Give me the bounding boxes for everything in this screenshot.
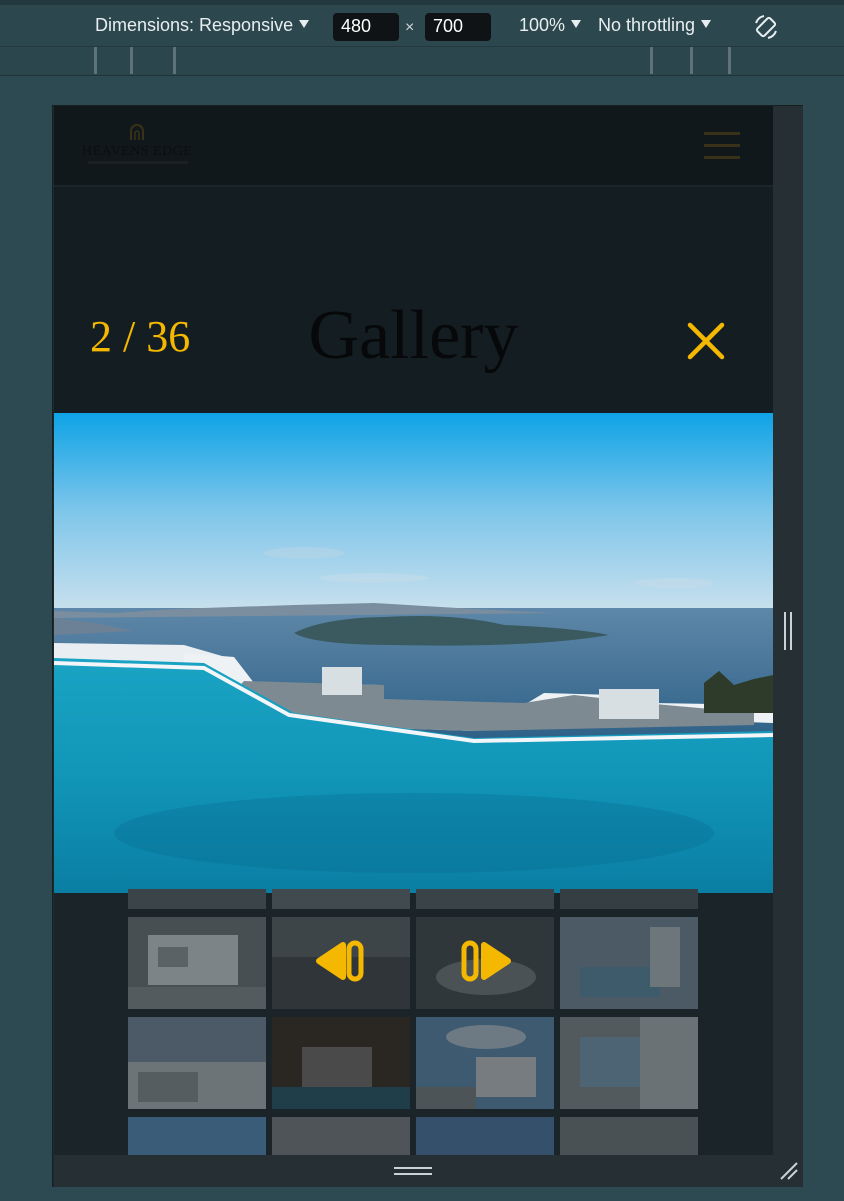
gallery-thumbnail[interactable] — [272, 1017, 410, 1109]
ruler-tick[interactable] — [650, 47, 653, 74]
gallery-thumbnail[interactable] — [416, 1017, 554, 1109]
gallery-thumbnail[interactable] — [560, 1017, 698, 1109]
devtools-toolbar: Dimensions: Responsive 480 × 700 100% No… — [0, 0, 844, 46]
ruler-tick[interactable] — [94, 47, 97, 74]
gallery-thumbnail[interactable] — [128, 917, 266, 1009]
zoom-dropdown[interactable]: 100% — [519, 15, 582, 36]
gallery-thumbnail[interactable] — [560, 1117, 698, 1155]
throttle-label: No throttling — [598, 15, 696, 35]
media-query-ruler — [0, 46, 844, 76]
gallery-thumbnail[interactable] — [128, 889, 266, 909]
close-icon[interactable] — [684, 319, 728, 363]
throttle-dropdown[interactable]: No throttling — [598, 15, 712, 36]
zoom-label: 100% — [519, 15, 566, 35]
rotate-device-icon[interactable] — [752, 13, 780, 41]
gallery-thumbnail[interactable] — [560, 917, 698, 1009]
gallery-thumbnail[interactable] — [128, 1117, 266, 1155]
ruler-tick[interactable] — [173, 47, 176, 74]
dimensions-label: Dimensions: Responsive — [95, 15, 294, 35]
thumbnail-grid — [54, 889, 773, 1155]
vertical-resize-handle[interactable] — [784, 612, 792, 650]
gallery-thumbnail[interactable] — [416, 889, 554, 909]
dropdown-arrow-icon — [571, 20, 582, 28]
ruler-tick[interactable] — [690, 47, 693, 74]
logo-arch-icon — [130, 124, 144, 140]
gallery-thumbnail[interactable] — [272, 1117, 410, 1155]
previous-arrow-icon[interactable] — [313, 939, 369, 983]
site-logo[interactable]: HEAVENS EDGE — [82, 124, 192, 168]
gallery-thumbnail[interactable] — [128, 1017, 266, 1109]
dropdown-arrow-icon — [299, 20, 310, 28]
site-header: HEAVENS EDGE — [54, 106, 773, 187]
logo-tagline — [88, 161, 188, 164]
logo-text: HEAVENS EDGE — [82, 144, 193, 159]
dropdown-arrow-icon — [701, 20, 712, 28]
dimensions-dropdown[interactable]: Dimensions: Responsive — [95, 15, 310, 36]
ruler-tick[interactable] — [728, 47, 731, 74]
resize-corner-icon[interactable] — [778, 1160, 800, 1182]
next-arrow-icon[interactable] — [458, 939, 514, 983]
gallery-thumbnail[interactable] — [272, 889, 410, 909]
ruler-tick[interactable] — [130, 47, 133, 74]
horizontal-resize-handle[interactable] — [394, 1167, 432, 1175]
gallery-main-image — [54, 413, 773, 893]
height-input[interactable]: 700 — [425, 13, 491, 41]
hamburger-menu-icon[interactable] — [704, 132, 740, 160]
image-counter: 2 / 36 — [90, 312, 191, 361]
gallery-thumbnail[interactable] — [560, 889, 698, 909]
times-symbol: × — [405, 19, 415, 36]
device-viewport: HEAVENS EDGE Gallery 2 / 36 — [54, 106, 773, 1155]
width-input[interactable]: 480 — [333, 13, 399, 41]
gallery-thumbnail[interactable] — [416, 1117, 554, 1155]
